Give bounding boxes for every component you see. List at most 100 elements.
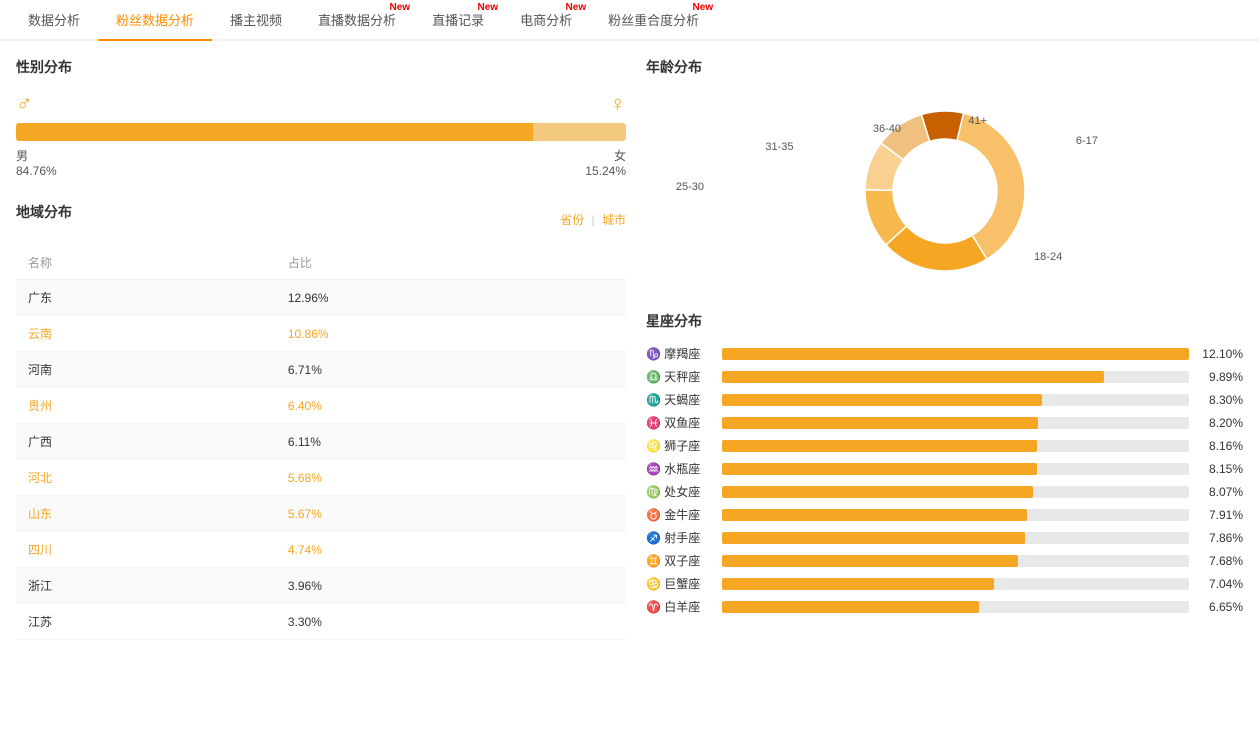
table-row: 浙江3.96% [16, 568, 626, 604]
region-title: 地域分布 [16, 202, 72, 222]
zodiac-name-4: ♌ 狮子座 [646, 437, 714, 454]
left-panel: 性别分布 ♂ ♀ 男 84.76% 女 15.24% [16, 57, 626, 640]
table-row: 广东12.96% [16, 280, 626, 316]
gender-section: 性别分布 ♂ ♀ 男 84.76% 女 15.24% [16, 57, 626, 178]
zodiac-name-5: ♒ 水瓶座 [646, 460, 714, 477]
table-row: 云南10.86% [16, 316, 626, 352]
gender-labels: 男 84.76% 女 15.24% [16, 147, 626, 178]
zodiac-name-11: ♈ 白羊座 [646, 598, 714, 615]
right-panel: 年龄分布 6-1718-2425-3031-3536-4041+ 星座分布 ♑ … [646, 57, 1243, 640]
gender-bar-male [16, 123, 533, 141]
filter-province[interactable]: 省份 [560, 213, 584, 227]
zodiac-bar-bg-9 [722, 555, 1189, 567]
zodiac-row: ♒ 水瓶座8.15% [646, 460, 1243, 477]
region-table-header: 名称 占比 [16, 246, 626, 280]
zodiac-bar-fill-1 [722, 371, 1104, 383]
donut-chart [845, 91, 1045, 291]
age-section: 年龄分布 6-1718-2425-3031-3536-4041+ [646, 57, 1243, 291]
zodiac-pct-8: 7.86% [1197, 531, 1243, 545]
nav-tab-6[interactable]: 粉丝重合度分析New [590, 0, 717, 39]
zodiac-bar-fill-11 [722, 601, 979, 613]
donut-label-31-35: 31-35 [765, 141, 793, 153]
donut-label-25-30: 25-30 [676, 181, 704, 193]
zodiac-row: ♑ 摩羯座 12.10% [646, 345, 1243, 362]
zodiac-name-3: ♓ 双鱼座 [646, 414, 714, 431]
col-pct-header: 占比 [276, 246, 626, 280]
zodiac-bar-fill-10 [722, 578, 994, 590]
filter-divider: | [592, 213, 595, 227]
zodiac-pct-6: 8.07% [1197, 485, 1243, 499]
region-name-cell: 广西 [16, 424, 276, 460]
zodiac-bar-fill-4 [722, 440, 1037, 452]
region-pct-cell: 6.11% [276, 424, 626, 460]
nav-tab-0[interactable]: 数据分析 [10, 0, 98, 39]
region-table: 名称 占比 广东12.96%云南10.86%河南6.71%贵州6.40%广西6.… [16, 246, 626, 640]
zodiac-bar-bg-11 [722, 601, 1189, 613]
zodiac-name-10: ♋ 巨蟹座 [646, 575, 714, 592]
region-name-cell: 浙江 [16, 568, 276, 604]
region-name-cell: 河北 [16, 460, 276, 496]
region-pct-cell: 5.68% [276, 460, 626, 496]
zodiac-row: ♎ 天秤座9.89% [646, 368, 1243, 385]
new-badge-5: New [566, 2, 587, 13]
main-content: 性别分布 ♂ ♀ 男 84.76% 女 15.24% [0, 41, 1259, 656]
col-name-header: 名称 [16, 246, 276, 280]
region-pct-cell: 6.40% [276, 388, 626, 424]
donut-container: 6-1718-2425-3031-3536-4041+ [646, 91, 1243, 291]
nav-tab-2[interactable]: 播主视频 [212, 0, 300, 39]
zodiac-pct-9: 7.68% [1197, 554, 1243, 568]
zodiac-row: ♋ 巨蟹座 7.04% [646, 575, 1243, 592]
region-name-cell: 云南 [16, 316, 276, 352]
nav-tab-4[interactable]: 直播记录New [414, 0, 502, 39]
region-header: 地域分布 省份 | 城市 [16, 202, 626, 236]
zodiac-name-6: ♍ 处女座 [646, 483, 714, 500]
new-badge-3: New [390, 2, 411, 13]
zodiac-title: 星座分布 [646, 311, 1243, 331]
region-pct-cell: 4.74% [276, 532, 626, 568]
zodiac-bar-fill-7 [722, 509, 1027, 521]
region-name-cell: 江苏 [16, 604, 276, 640]
male-icon: ♂ [16, 91, 33, 117]
table-row: 河北5.68% [16, 460, 626, 496]
zodiac-row: ♈ 白羊座 6.65% [646, 598, 1243, 615]
zodiac-row: ♐ 射手座 7.86% [646, 529, 1243, 546]
zodiac-bar-bg-2 [722, 394, 1189, 406]
gender-male-label: 男 84.76% [16, 147, 57, 178]
zodiac-bar-bg-7 [722, 509, 1189, 521]
zodiac-pct-3: 8.20% [1197, 416, 1243, 430]
gender-bar [16, 123, 626, 141]
zodiac-bar-bg-10 [722, 578, 1189, 590]
region-pct-cell: 5.67% [276, 496, 626, 532]
nav-tab-1[interactable]: 粉丝数据分析 [98, 0, 212, 41]
filter-city[interactable]: 城市 [602, 213, 626, 227]
donut-segment-25-30 [885, 226, 986, 271]
region-pct-cell: 10.86% [276, 316, 626, 352]
zodiac-row: ♌ 狮子座 8.16% [646, 437, 1243, 454]
zodiac-row: ♉ 金牛座7.91% [646, 506, 1243, 523]
zodiac-bar-fill-5 [722, 463, 1037, 475]
region-name-cell: 山东 [16, 496, 276, 532]
zodiac-pct-10: 7.04% [1197, 577, 1243, 591]
zodiac-pct-7: 7.91% [1197, 508, 1243, 522]
zodiac-row: ♊ 双子座7.68% [646, 552, 1243, 569]
table-row: 江苏3.30% [16, 604, 626, 640]
nav-tab-3[interactable]: 直播数据分析New [300, 0, 414, 39]
zodiac-bar-fill-2 [722, 394, 1042, 406]
region-name-cell: 贵州 [16, 388, 276, 424]
region-name-cell: 河南 [16, 352, 276, 388]
zodiac-pct-11: 6.65% [1197, 600, 1243, 614]
age-title: 年龄分布 [646, 57, 1243, 77]
zodiac-bar-fill-9 [722, 555, 1018, 567]
zodiac-bar-bg-0 [722, 348, 1189, 360]
region-filter: 省份 | 城市 [560, 211, 626, 228]
new-badge-4: New [478, 2, 499, 13]
zodiac-name-2: ♏ 天蝎座 [646, 391, 714, 408]
zodiac-section: 星座分布 ♑ 摩羯座 12.10% ♎ 天秤座9.89% ♏ 天蝎座8.30% ♓ 双鱼… [646, 311, 1243, 615]
zodiac-pct-4: 8.16% [1197, 439, 1243, 453]
zodiac-pct-0: 12.10% [1197, 347, 1243, 361]
zodiac-name-0: ♑ 摩羯座 [646, 345, 714, 362]
zodiac-bar-fill-8 [722, 532, 1025, 544]
zodiac-name-8: ♐ 射手座 [646, 529, 714, 546]
nav-tab-5[interactable]: 电商分析New [502, 0, 590, 39]
zodiac-row: ♏ 天蝎座8.30% [646, 391, 1243, 408]
